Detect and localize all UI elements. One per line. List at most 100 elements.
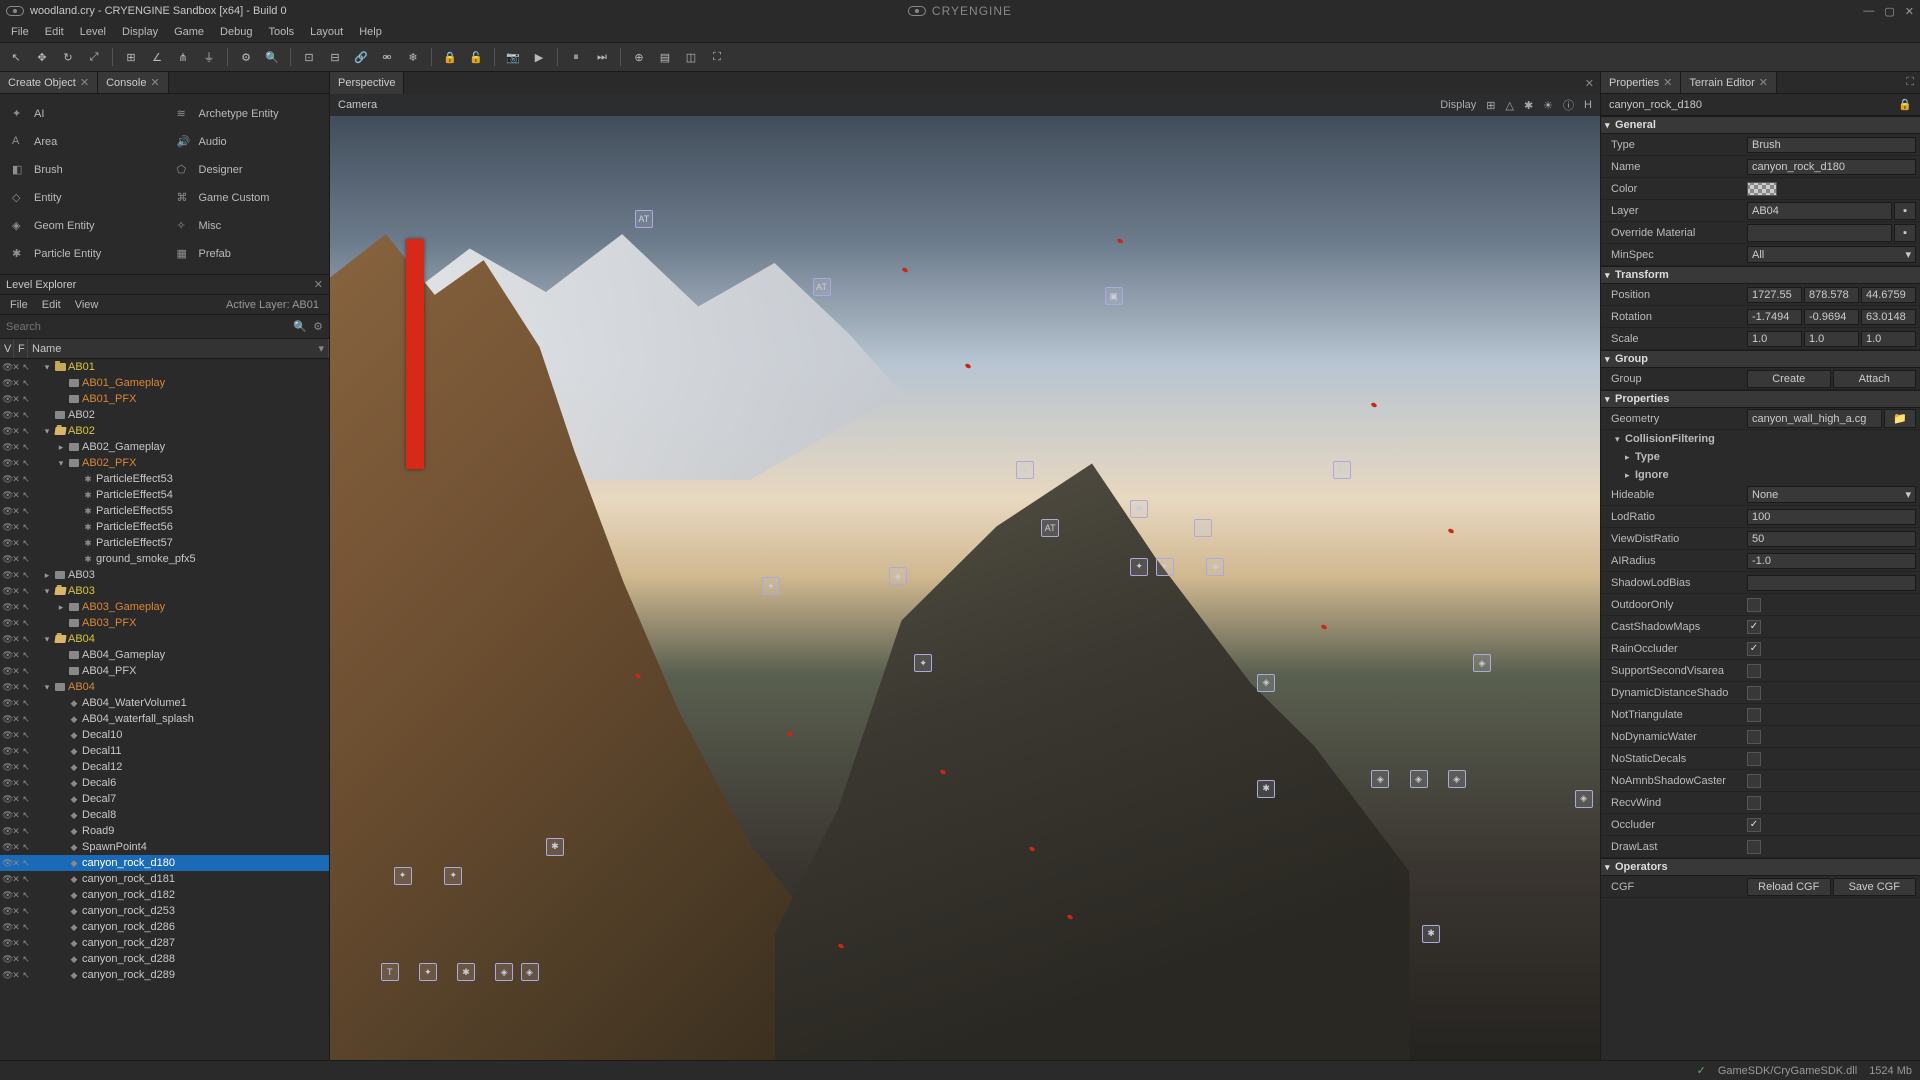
cursor-icon[interactable]: ↖ (22, 682, 30, 693)
freeze-icon[interactable]: ✕ (12, 890, 20, 901)
freeze-icon[interactable]: ✕ (12, 618, 20, 629)
freeze-icon[interactable]: ✕ (12, 778, 20, 789)
cursor-icon[interactable]: ↖ (22, 410, 30, 421)
tree-row[interactable]: 👁✕↖▾AB01 (0, 359, 329, 375)
scale-x[interactable] (1747, 331, 1802, 347)
save-cgf-button[interactable]: Save CGF (1833, 878, 1917, 896)
viewport-gizmo[interactable]: ◈ (1257, 674, 1275, 692)
freeze-icon[interactable]: ✕ (12, 490, 20, 501)
visibility-icon[interactable]: 👁 (2, 474, 10, 485)
cursor-icon[interactable]: ↖ (22, 394, 30, 405)
search-input[interactable] (6, 321, 287, 333)
cursor-icon[interactable]: ↖ (22, 874, 30, 885)
display-dropdown[interactable]: Display (1440, 99, 1476, 111)
create-particle-entity[interactable]: ✱Particle Entity (10, 242, 155, 266)
section-collision[interactable]: ▾CollisionFiltering (1601, 430, 1920, 448)
col-v[interactable]: V (0, 339, 14, 358)
freeze-icon[interactable]: ✕ (12, 698, 20, 709)
drawlast-checkbox[interactable] (1747, 840, 1761, 854)
viewport-gizmo[interactable]: ✦ (419, 963, 437, 981)
expand-icon[interactable]: ▸ (56, 442, 66, 453)
freeze-icon[interactable]: ✕ (12, 682, 20, 693)
le-menu-view[interactable]: View (69, 297, 105, 313)
freeze-icon[interactable]: ✕ (12, 954, 20, 965)
freeze-icon[interactable]: ✕ (12, 522, 20, 533)
section-group[interactable]: ▾Group (1601, 350, 1920, 368)
collision-ignore-sub[interactable]: ▸Ignore (1601, 466, 1920, 484)
cursor-icon[interactable]: ↖ (22, 666, 30, 677)
expand-icon[interactable]: ▾ (56, 458, 66, 469)
physics-tool[interactable]: ⚙ (236, 47, 256, 67)
tree-row[interactable]: 👁✕↖AB01_PFX (0, 391, 329, 407)
viewport-gizmo[interactable]: ◈ (1448, 770, 1466, 788)
recvwind-checkbox[interactable] (1747, 796, 1761, 810)
cursor-icon[interactable]: ↖ (22, 762, 30, 773)
expand-icon[interactable]: ▾ (42, 426, 52, 437)
tree-row[interactable]: 👁✕↖◆canyon_rock_d253 (0, 903, 329, 919)
visibility-icon[interactable]: 👁 (2, 778, 10, 789)
unlink-tool[interactable]: ⚮ (377, 47, 397, 67)
unlock-tool[interactable]: 🔓 (466, 47, 486, 67)
geometry-field[interactable] (1747, 409, 1882, 428)
cursor-icon[interactable]: ↖ (22, 730, 30, 741)
cursor-icon[interactable]: ↖ (22, 506, 30, 517)
step-button[interactable]: ⏭ (592, 47, 612, 67)
visibility-icon[interactable]: 👁 (2, 794, 10, 805)
menu-file[interactable]: File (4, 24, 36, 40)
cursor-icon[interactable]: ↖ (22, 458, 30, 469)
visibility-icon[interactable]: 👁 (2, 714, 10, 725)
viewport-gizmo[interactable]: T (381, 963, 399, 981)
viewport-gizmo[interactable]: ✦ (1016, 461, 1034, 479)
cursor-icon[interactable]: ↖ (22, 554, 30, 565)
tree-row[interactable]: 👁✕↖◆SpawnPoint4 (0, 839, 329, 855)
viewport-close-icon[interactable]: ✕ (1579, 77, 1600, 90)
visibility-icon[interactable]: 👁 (2, 762, 10, 773)
viewport-gizmo[interactable]: AT (813, 278, 831, 296)
create-game-custom[interactable]: ⌘Game Custom (175, 186, 320, 210)
cursor-icon[interactable]: ↖ (22, 538, 30, 549)
visibility-icon[interactable]: 👁 (2, 554, 10, 565)
viewport-gizmo[interactable]: ✱ (546, 838, 564, 856)
create-area[interactable]: AArea (10, 130, 155, 154)
freeze-tool[interactable]: ❄ (403, 47, 423, 67)
visibility-icon[interactable]: 👁 (2, 458, 10, 469)
visibility-icon[interactable]: 👁 (2, 906, 10, 917)
cursor-icon[interactable]: ↖ (22, 490, 30, 501)
visibility-icon[interactable]: 👁 (2, 890, 10, 901)
create-prefab[interactable]: ▦Prefab (175, 242, 320, 266)
hideable-dropdown[interactable]: None▾ (1747, 486, 1916, 503)
snap-angle-tool[interactable]: ∠ (147, 47, 167, 67)
freeze-icon[interactable]: ✕ (12, 506, 20, 517)
close-icon[interactable]: ✕ (1759, 76, 1768, 89)
viewport-gizmo[interactable]: AT (1333, 461, 1351, 479)
create-audio[interactable]: 🔊Audio (175, 130, 320, 154)
visibility-icon[interactable]: 👁 (2, 394, 10, 405)
viewport-gizmo[interactable]: ◈ (1194, 519, 1212, 537)
cursor-icon[interactable]: ↖ (22, 922, 30, 933)
snap-grid-tool[interactable]: ⊞ (121, 47, 141, 67)
light-icon[interactable]: ☀ (1543, 99, 1553, 112)
freeze-icon[interactable]: ✕ (12, 394, 20, 405)
tree-row[interactable]: 👁✕↖✱ParticleEffect57 (0, 535, 329, 551)
tree-row[interactable]: 👁✕↖✱ParticleEffect56 (0, 519, 329, 535)
rotate-tool[interactable]: ↻ (58, 47, 78, 67)
scale-y[interactable] (1804, 331, 1859, 347)
lodratio-field[interactable] (1747, 509, 1916, 525)
cursor-icon[interactable]: ↖ (22, 698, 30, 709)
freeze-icon[interactable]: ✕ (12, 730, 20, 741)
axis-icon[interactable]: △ (1505, 99, 1513, 112)
freeze-icon[interactable]: ✕ (12, 810, 20, 821)
close-icon[interactable]: ✕ (150, 76, 159, 89)
tree-row[interactable]: 👁✕↖AB04_PFX (0, 663, 329, 679)
tab-create-object[interactable]: Create Object✕ (0, 72, 98, 93)
expand-icon[interactable]: ▾ (42, 586, 52, 597)
tree-row[interactable]: 👁✕↖◆canyon_rock_d180 (0, 855, 329, 871)
cursor-icon[interactable]: ↖ (22, 826, 30, 837)
nottriangulate-checkbox[interactable] (1747, 708, 1761, 722)
lock-tool[interactable]: 🔒 (440, 47, 460, 67)
layer-field[interactable] (1747, 202, 1892, 220)
tree-row[interactable]: 👁✕↖◆Decal10 (0, 727, 329, 743)
camera-tool[interactable]: 📷 (503, 47, 523, 67)
cursor-icon[interactable]: ↖ (22, 426, 30, 437)
visibility-icon[interactable]: 👁 (2, 586, 10, 597)
